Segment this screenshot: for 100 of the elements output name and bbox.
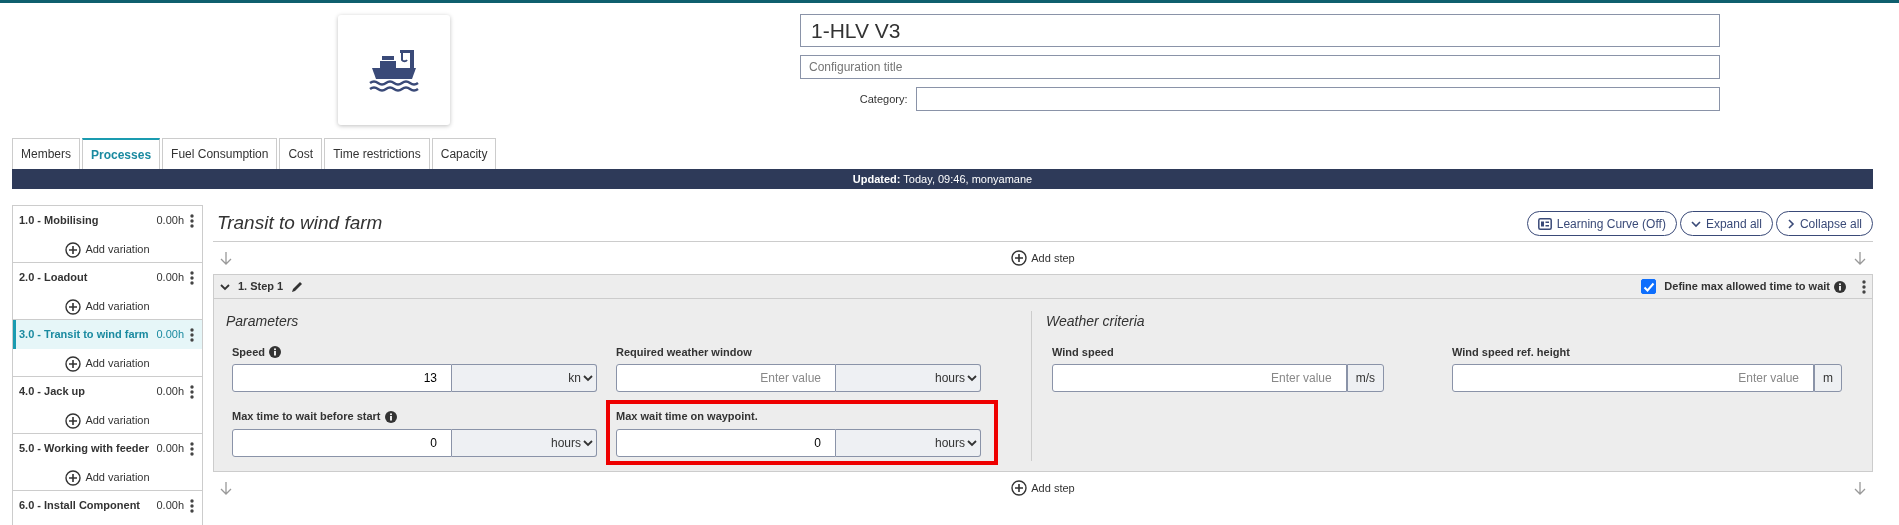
kebab-icon — [1862, 279, 1866, 294]
process-label: 6.0 - Install Component — [19, 498, 141, 514]
process-label: 4.0 - Jack up — [19, 384, 87, 400]
kebab-icon — [190, 441, 194, 456]
caret-icon — [967, 438, 977, 447]
arrow-down-icon — [219, 251, 233, 265]
field-label: Wind speed ref. height — [1452, 344, 1570, 360]
tab[interactable]: Fuel Consumption — [162, 138, 278, 169]
value-field[interactable]: Enter value — [1052, 364, 1347, 393]
check-icon — [1642, 281, 1655, 292]
configuration-title-field[interactable]: Configuration title — [800, 55, 1720, 79]
plus-circle-icon — [65, 298, 82, 315]
category-label: Category: — [858, 91, 908, 107]
kebab-icon — [190, 213, 194, 228]
unit-dropdown[interactable]: hours — [836, 364, 981, 393]
plus-circle-icon — [65, 355, 82, 372]
process-duration: 0.00h — [156, 384, 184, 400]
field-label: Max wait time on waypoint. — [616, 409, 758, 425]
tab[interactable]: Capacity — [431, 138, 497, 169]
add-variation-button[interactable]: Add variation — [65, 469, 150, 486]
unit-dropdown[interactable]: hours — [836, 428, 981, 457]
process-label: 1.0 - Mobilising — [19, 213, 100, 229]
kebab-icon — [190, 498, 194, 513]
tab[interactable]: Processes — [82, 138, 161, 169]
more-options-button[interactable] — [190, 270, 194, 285]
section-heading: Weather criteria — [1046, 313, 1146, 330]
toolbar-button[interactable]: Learning Curve (Off) — [1526, 211, 1677, 236]
process-duration: 0.00h — [156, 270, 184, 286]
field-label: Wind speed — [1052, 344, 1114, 360]
card-icon — [1537, 217, 1552, 230]
value-field[interactable]: 0 — [616, 428, 836, 457]
unit-label: m/s — [1346, 364, 1384, 393]
process-item[interactable]: 3.0 - Transit to wind farm 0.00h Add variation — [12, 319, 203, 377]
value-field[interactable]: Enter value — [616, 364, 836, 393]
plus-circle-icon — [65, 412, 82, 429]
tab[interactable]: Cost — [279, 138, 323, 169]
value-field[interactable]: Enter value — [1452, 364, 1814, 393]
plus-circle-icon — [65, 469, 82, 486]
more-options-button[interactable] — [190, 213, 194, 228]
add-variation-button[interactable]: Add variation — [65, 412, 150, 429]
value-field[interactable]: 13 — [232, 364, 452, 393]
chevron-right-icon — [1786, 218, 1795, 229]
more-options-button[interactable] — [1862, 279, 1866, 294]
plus-circle-icon — [1011, 479, 1028, 496]
ship-crane-icon — [368, 48, 420, 92]
add-step-button[interactable]: Add step — [1011, 479, 1075, 497]
plus-circle-icon — [65, 241, 82, 258]
kebab-icon — [190, 270, 194, 285]
kebab-icon — [190, 384, 194, 399]
process-item[interactable]: 4.0 - Jack up 0.00h Add variation — [12, 376, 203, 434]
chevron-down-icon — [220, 282, 230, 291]
process-duration: 0.00h — [156, 498, 184, 514]
add-step-button[interactable]: Add step — [1011, 249, 1075, 267]
more-options-button[interactable] — [190, 327, 194, 342]
toolbar-button[interactable]: Collapse all — [1775, 211, 1873, 236]
title-field[interactable]: 1-HLV V3 — [800, 14, 1720, 47]
pencil-icon — [291, 280, 304, 293]
tab[interactable]: Time restrictions — [324, 138, 430, 169]
process-duration: 0.00h — [156, 327, 184, 343]
caret-icon — [583, 438, 593, 447]
plus-circle-icon — [1011, 250, 1028, 266]
field-label: Speed — [232, 344, 265, 360]
caret-icon — [583, 374, 593, 383]
add-variation-button[interactable]: Add variation — [65, 355, 150, 372]
process-item[interactable]: 1.0 - Mobilising 0.00h Add variation — [12, 205, 203, 263]
caret-icon — [967, 374, 977, 383]
checkbox[interactable] — [1641, 279, 1657, 294]
expand-toggle[interactable] — [220, 282, 230, 291]
arrow-down-icon — [1853, 480, 1867, 495]
process-duration: 0.00h — [156, 441, 184, 457]
process-title: Transit to wind farm — [217, 212, 384, 235]
checkbox-label: Define max allowed time to wait — [1664, 279, 1830, 295]
field-label: Max time to wait before start — [232, 409, 381, 425]
process-label: 5.0 - Working with feeder — [19, 441, 150, 457]
unit-dropdown[interactable]: kn — [452, 364, 597, 393]
unit-label: m — [1814, 364, 1842, 393]
process-item[interactable]: 6.0 - Install Component 0.00h — [12, 490, 203, 525]
category-field[interactable] — [915, 87, 1720, 111]
more-options-button[interactable] — [190, 498, 194, 513]
unit-dropdown[interactable]: hours — [452, 428, 597, 457]
step-title: 1. Step 1 — [238, 279, 284, 295]
toolbar-button[interactable]: Expand all — [1679, 211, 1773, 236]
process-duration: 0.00h — [156, 213, 184, 229]
field-label: Required weather window — [616, 344, 752, 360]
value-field[interactable]: 0 — [232, 428, 452, 457]
update-status-bar: Updated: Today, 09:46, monyamane — [12, 169, 1873, 189]
section-heading: Parameters — [226, 313, 300, 330]
process-label: 3.0 - Transit to wind farm — [19, 327, 150, 343]
info-icon — [1834, 280, 1846, 293]
tab[interactable]: Members — [12, 138, 80, 169]
add-variation-button[interactable]: Add variation — [65, 298, 150, 315]
more-options-button[interactable] — [190, 441, 194, 456]
process-label: 2.0 - Loadout — [19, 270, 89, 286]
edit-button[interactable] — [291, 280, 304, 293]
process-item[interactable]: 2.0 - Loadout 0.00h Add variation — [12, 262, 203, 320]
process-item[interactable]: 5.0 - Working with feeder 0.00h Add variation — [12, 433, 203, 491]
add-variation-button[interactable]: Add variation — [65, 241, 150, 258]
kebab-icon — [190, 327, 194, 342]
arrow-down-icon — [219, 480, 233, 495]
more-options-button[interactable] — [190, 384, 194, 399]
